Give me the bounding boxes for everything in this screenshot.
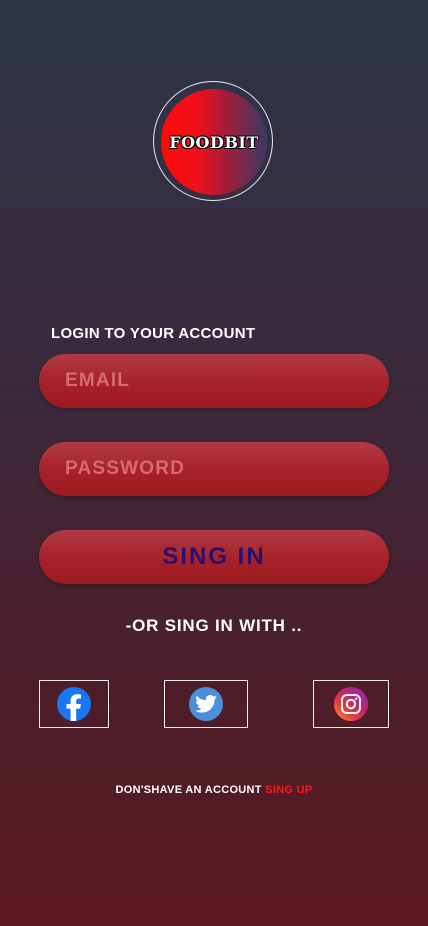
facebook-login-button[interactable] [39,680,109,728]
app-logo: FOODBIT [161,89,267,195]
twitter-login-button[interactable] [164,680,248,728]
email-field[interactable] [39,354,389,408]
twitter-icon [189,687,223,721]
instagram-icon [334,687,368,721]
facebook-icon [57,687,91,721]
signup-prompt-text: DON'SHAVE AN ACCOUNT [115,784,262,796]
signup-prompt: DON'SHAVE AN ACCOUNT SING UP [0,784,428,796]
logo-text: FOODBIT [169,132,259,152]
password-field[interactable] [39,442,389,496]
social-login-heading: -OR SING IN WITH .. [125,616,303,635]
login-heading: LOGIN TO YOUR ACCOUNT [51,325,256,342]
sign-up-link[interactable]: SING UP [265,784,312,796]
sign-in-button[interactable]: SING IN [39,530,389,584]
instagram-login-button[interactable] [313,680,389,728]
